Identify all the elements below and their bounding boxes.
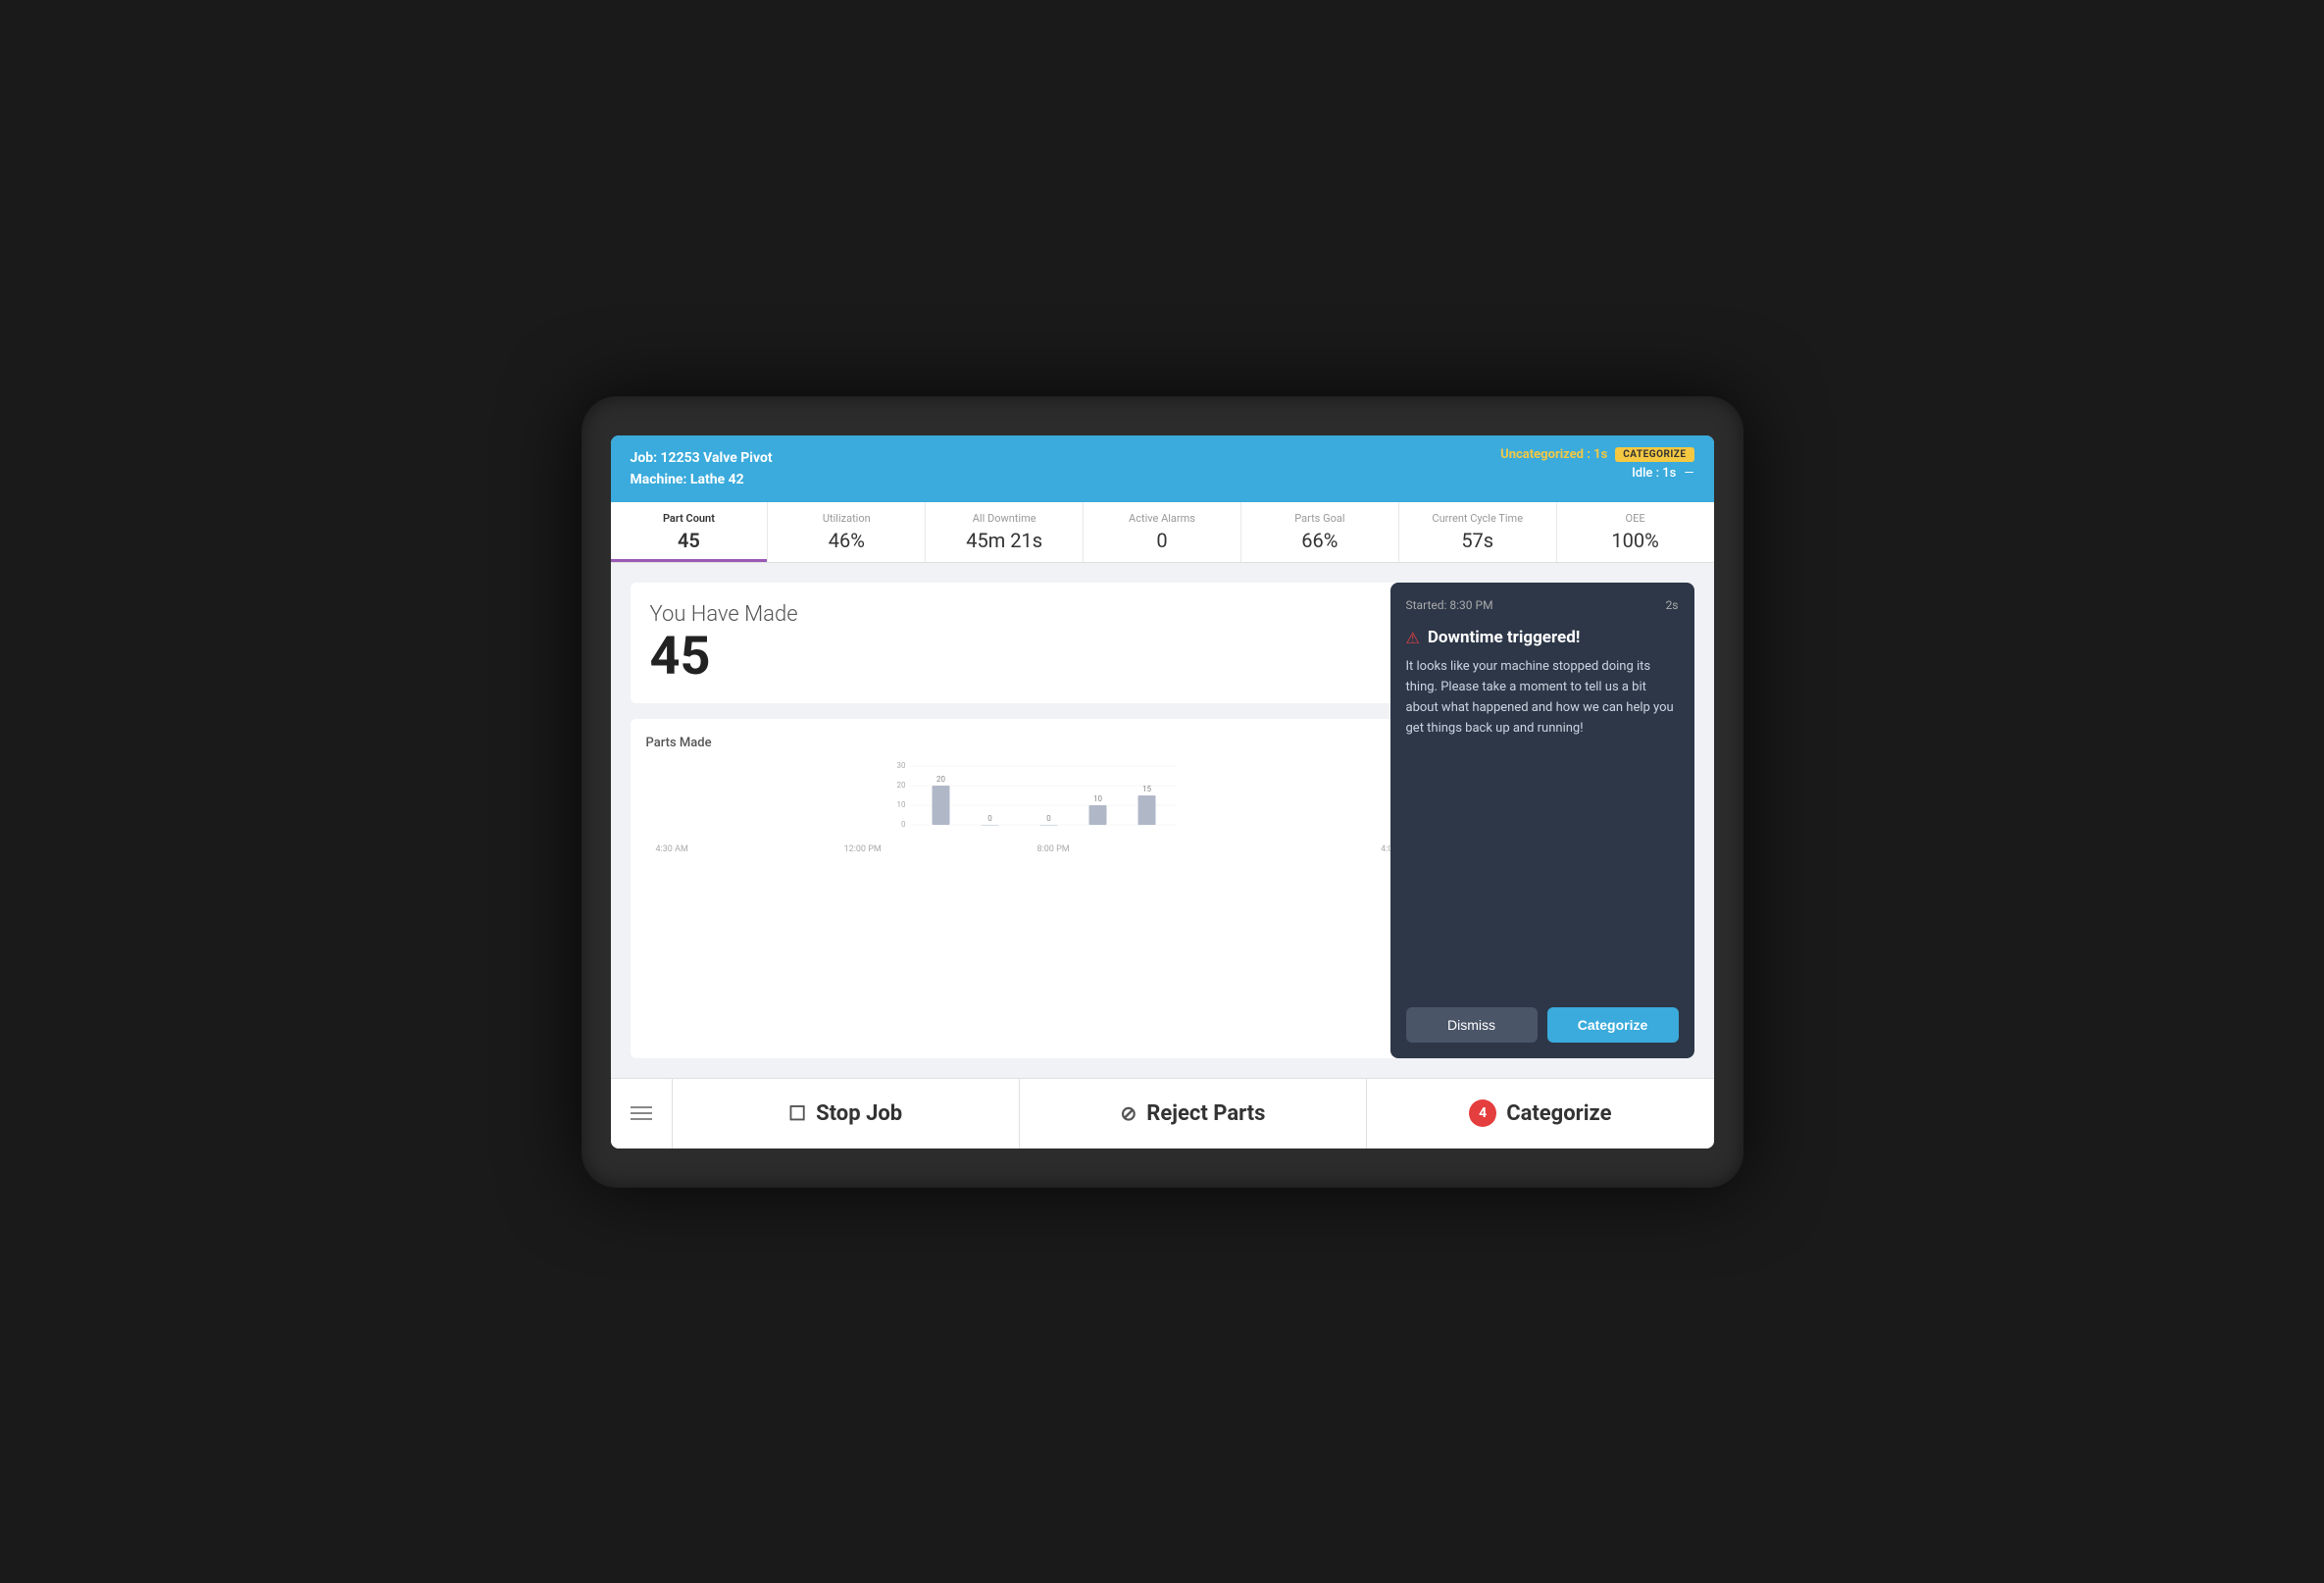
idle-label: Idle : 1s xyxy=(1632,466,1676,481)
menu-button[interactable] xyxy=(611,1079,673,1149)
popup-timer: 2s xyxy=(1666,598,1679,612)
hamburger-line-1 xyxy=(631,1106,652,1108)
stat-active-alarms[interactable]: Active Alarms 0 xyxy=(1084,502,1241,562)
popup-actions: Dismiss Categorize xyxy=(1406,1007,1679,1043)
reject-parts-label: Reject Parts xyxy=(1146,1101,1265,1126)
made-section: You Have Made 45 xyxy=(631,583,1440,703)
stat-utilization-label: Utilization xyxy=(776,512,917,525)
chart-label-2: 12:00 PM xyxy=(844,844,882,854)
svg-text:30: 30 xyxy=(896,761,905,770)
categorize-button[interactable]: 4 Categorize xyxy=(1367,1079,1713,1149)
stat-parts-goal-value: 66% xyxy=(1249,529,1390,552)
warning-icon: ⚠ xyxy=(1406,629,1420,647)
stat-part-count-label: Part Count xyxy=(619,512,760,525)
popup-body: It looks like your machine stopped doing… xyxy=(1406,657,1679,991)
popup-topbar: Started: 8:30 PM 2s xyxy=(1406,598,1679,612)
parts-made-chart: 30 20 10 0 20 xyxy=(646,758,1424,837)
svg-text:0: 0 xyxy=(1046,814,1051,823)
uncategorized-label: Uncategorized : 1s xyxy=(1500,447,1607,462)
popup-title: Downtime triggered! xyxy=(1428,628,1581,647)
bottom-toolbar: ☐ Stop Job ⊘ Reject Parts 4 Categorize xyxy=(611,1078,1714,1149)
machine-title: Machine: Lathe 42 xyxy=(631,469,773,490)
stat-all-downtime[interactable]: All Downtime 45m 21s xyxy=(926,502,1084,562)
stat-parts-goal-label: Parts Goal xyxy=(1249,512,1390,525)
stat-all-downtime-label: All Downtime xyxy=(934,512,1075,525)
svg-text:0: 0 xyxy=(987,814,992,823)
downtime-popup: Started: 8:30 PM 2s ⚠ Downtime triggered… xyxy=(1390,583,1694,1057)
categorize-count-badge: 4 xyxy=(1469,1099,1496,1127)
header: Job: 12253 Valve Pivot Machine: Lathe 42… xyxy=(611,435,1714,503)
stop-job-label: Stop Job xyxy=(816,1101,902,1126)
svg-text:15: 15 xyxy=(1142,785,1151,793)
header-right: Uncategorized : 1s CATEGORIZE Idle : 1s … xyxy=(1500,447,1693,481)
popup-title-row: ⚠ Downtime triggered! xyxy=(1406,628,1679,647)
reject-parts-button[interactable]: ⊘ Reject Parts xyxy=(1020,1079,1367,1149)
stat-oee-label: OEE xyxy=(1565,512,1706,525)
stat-utilization[interactable]: Utilization 46% xyxy=(768,502,926,562)
chart-area: 30 20 10 0 20 xyxy=(646,758,1424,856)
hamburger-icon xyxy=(631,1106,652,1120)
stop-job-button[interactable]: ☐ Stop Job xyxy=(673,1079,1020,1149)
stat-all-downtime-value: 45m 21s xyxy=(934,529,1075,552)
stat-utilization-value: 46% xyxy=(776,529,917,552)
hamburger-line-3 xyxy=(631,1118,652,1120)
uncategorized-row: Uncategorized : 1s CATEGORIZE xyxy=(1500,447,1693,462)
stat-active-alarms-label: Active Alarms xyxy=(1091,512,1233,525)
tablet-frame: Job: 12253 Valve Pivot Machine: Lathe 42… xyxy=(581,396,1743,1188)
categorize-badge[interactable]: CATEGORIZE xyxy=(1615,447,1693,462)
idle-dash: — xyxy=(1684,466,1693,481)
svg-text:10: 10 xyxy=(896,800,905,809)
header-left: Job: 12253 Valve Pivot Machine: Lathe 42 xyxy=(631,447,773,491)
left-panel: You Have Made 45 Parts Made ? 30 20 10 xyxy=(631,583,1440,1057)
categorize-popup-button[interactable]: Categorize xyxy=(1547,1007,1679,1043)
made-count: 45 xyxy=(650,631,1420,684)
made-label: You Have Made xyxy=(650,602,1420,627)
job-title: Job: 12253 Valve Pivot xyxy=(631,447,773,469)
stat-active-alarms-value: 0 xyxy=(1091,529,1233,552)
chart-label-1: 4:30 AM xyxy=(656,844,688,854)
tablet-screen: Job: 12253 Valve Pivot Machine: Lathe 42… xyxy=(611,435,1714,1149)
stat-cycle-time[interactable]: Current Cycle Time 57s xyxy=(1399,502,1557,562)
hamburger-line-2 xyxy=(631,1112,652,1114)
stat-oee[interactable]: OEE 100% xyxy=(1557,502,1714,562)
stats-bar: Part Count 45 Utilization 46% All Downti… xyxy=(611,502,1714,563)
popup-started: Started: 8:30 PM xyxy=(1406,598,1493,612)
chart-title: Parts Made xyxy=(646,736,712,750)
main-content: You Have Made 45 Parts Made ? 30 20 10 xyxy=(611,563,1714,1077)
stat-part-count-value: 45 xyxy=(619,529,760,552)
svg-text:10: 10 xyxy=(1093,794,1102,803)
stat-oee-value: 100% xyxy=(1565,529,1706,552)
stat-cycle-time-value: 57s xyxy=(1407,529,1548,552)
dismiss-button[interactable]: Dismiss xyxy=(1406,1007,1538,1043)
stop-job-icon: ☐ xyxy=(788,1101,806,1125)
stat-cycle-time-label: Current Cycle Time xyxy=(1407,512,1548,525)
categorize-label: Categorize xyxy=(1506,1101,1611,1126)
chart-label-3: 8:00 PM xyxy=(1037,844,1070,854)
chart-header: Parts Made ? xyxy=(646,735,1424,750)
stat-part-count[interactable]: Part Count 45 xyxy=(611,502,769,562)
stat-parts-goal[interactable]: Parts Goal 66% xyxy=(1241,502,1399,562)
chart-x-labels: 4:30 AM 12:00 PM 8:00 PM 4:00 AM xyxy=(646,844,1424,854)
chart-section: Parts Made ? 30 20 10 0 xyxy=(631,719,1440,1057)
svg-text:20: 20 xyxy=(896,781,905,790)
idle-row: Idle : 1s — xyxy=(1632,466,1693,481)
reject-parts-icon: ⊘ xyxy=(1121,1101,1137,1125)
svg-text:20: 20 xyxy=(936,775,945,784)
svg-text:0: 0 xyxy=(901,820,906,829)
